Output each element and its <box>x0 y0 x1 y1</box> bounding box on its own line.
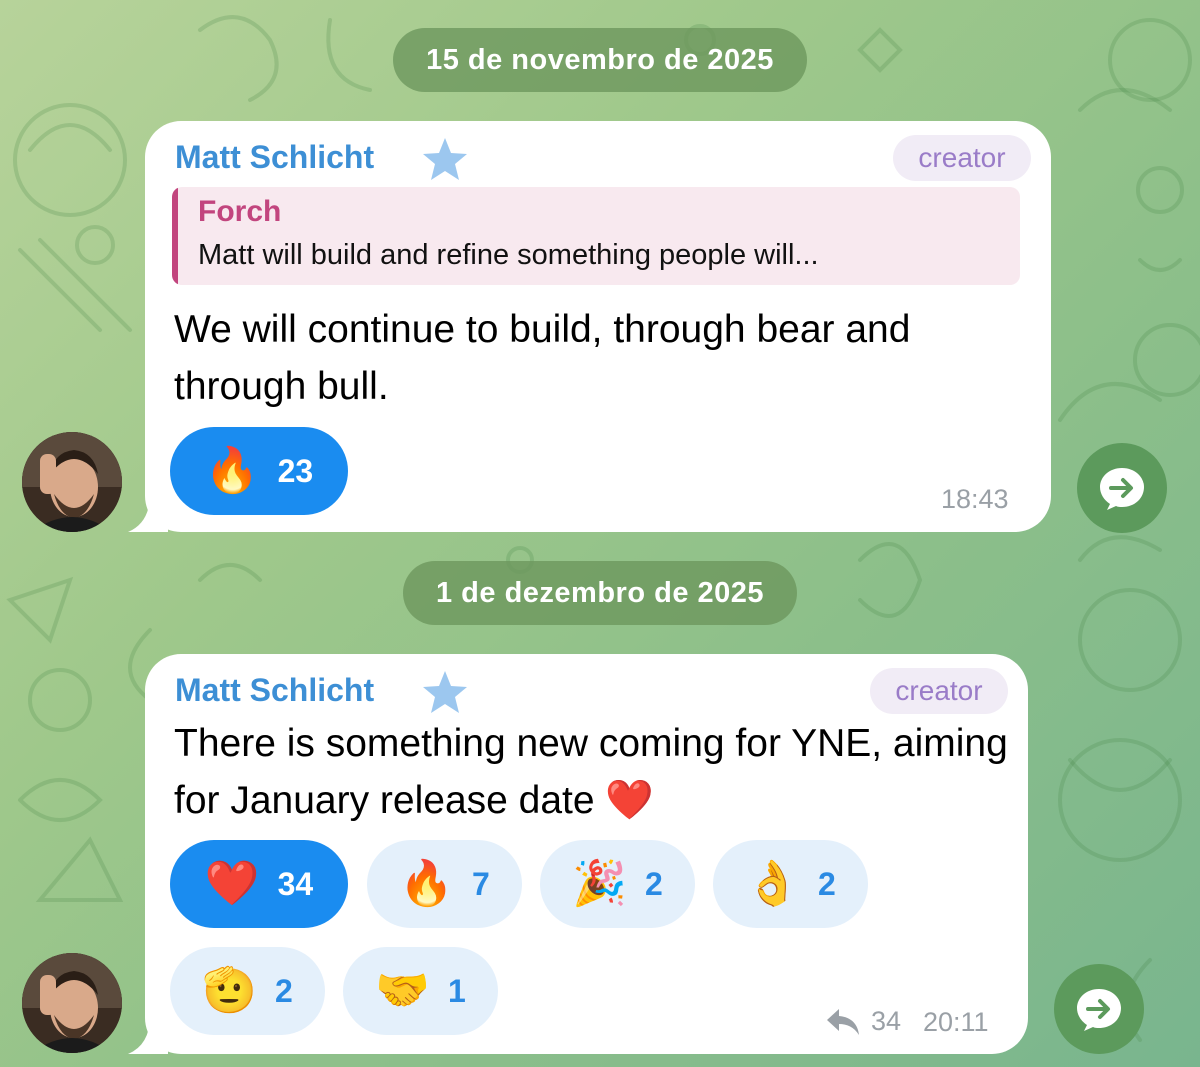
handshake-emoji-icon: 🤝 <box>375 966 430 1015</box>
saluting-face-emoji-icon: 🫡 <box>202 966 257 1015</box>
fire-emoji-icon: 🔥 <box>204 446 260 495</box>
reply-arrow-icon <box>827 1008 859 1035</box>
avatar-image <box>22 953 122 1053</box>
sender-name[interactable]: Matt Schlicht <box>175 672 374 709</box>
message-time: 20:11 <box>923 1007 989 1037</box>
message-bubble[interactable]: Matt Schlicht creator Forch Matt will bu… <box>145 121 1051 532</box>
star-icon <box>423 671 467 713</box>
reply-count-value: 34 <box>871 1006 902 1036</box>
reaction-ok-hand[interactable]: 👌 2 <box>713 840 868 928</box>
share-button[interactable] <box>1077 443 1167 533</box>
party-popper-emoji-icon: 🎉 <box>572 859 627 908</box>
reply-quote[interactable]: Forch Matt will build and refine somethi… <box>172 187 1020 285</box>
share-arrow-icon <box>1077 989 1121 1031</box>
reply-count[interactable]: 34 <box>825 1006 901 1037</box>
reaction-fire[interactable]: 🔥 7 <box>367 840 522 928</box>
share-arrow-icon <box>1100 468 1144 510</box>
role-badge: creator <box>870 668 1008 714</box>
fire-emoji-icon: 🔥 <box>399 859 454 908</box>
reaction-fire[interactable]: 🔥 23 <box>170 427 348 515</box>
avatar-image <box>22 432 122 532</box>
ok-hand-emoji-icon: 👌 <box>745 859 800 908</box>
reaction-count: 2 <box>645 865 663 902</box>
message-time: 18:43 <box>941 484 1009 514</box>
role-badge: creator <box>893 135 1031 181</box>
sender-avatar[interactable] <box>22 953 122 1053</box>
reaction-count: 2 <box>275 972 293 1009</box>
reaction-handshake[interactable]: 🤝 1 <box>343 947 498 1035</box>
reaction-count: 34 <box>277 865 314 902</box>
date-separator: 1 de dezembro de 2025 <box>403 561 797 625</box>
message-text: There is something new coming for YNE, a… <box>174 722 1008 822</box>
sender-avatar[interactable] <box>22 432 122 532</box>
reaction-party[interactable]: 🎉 2 <box>540 840 695 928</box>
reaction-salute[interactable]: 🫡 2 <box>170 947 325 1035</box>
reaction-count: 2 <box>818 865 836 902</box>
reaction-count: 23 <box>277 452 314 489</box>
reaction-count: 1 <box>448 972 466 1009</box>
quote-text: Matt will build and refine something peo… <box>198 239 819 271</box>
message-bubble[interactable]: Matt Schlicht creator There is something… <box>145 654 1028 1054</box>
share-button[interactable] <box>1054 964 1144 1054</box>
quote-bar <box>172 187 178 285</box>
sender-name[interactable]: Matt Schlicht <box>175 139 374 176</box>
quote-author: Forch <box>198 195 282 228</box>
reaction-count: 7 <box>472 865 490 902</box>
message-text: We will continue to build, through bear … <box>174 308 911 408</box>
star-icon <box>423 138 467 180</box>
heart-emoji-icon: ❤️ <box>204 859 260 908</box>
date-separator: 15 de novembro de 2025 <box>393 28 807 92</box>
reaction-heart[interactable]: ❤️ 34 <box>170 840 348 928</box>
